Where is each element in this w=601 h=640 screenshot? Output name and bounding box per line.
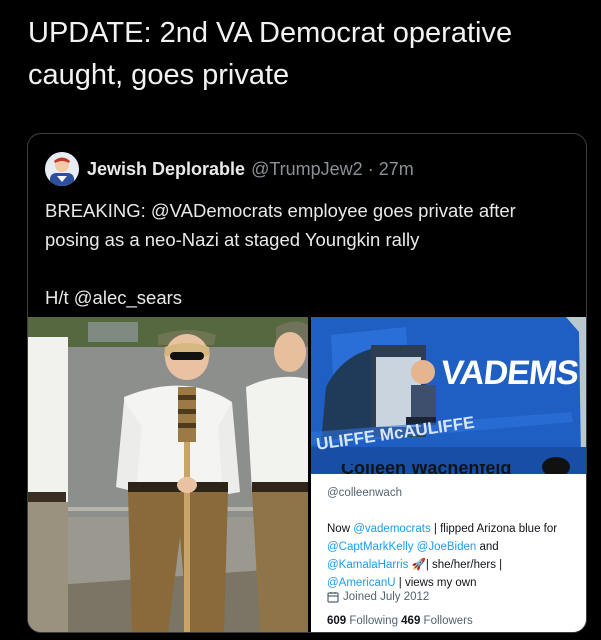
tweet-text-main: BREAKING: @VADemocrats employee goes pri…	[45, 200, 516, 250]
author-avatar[interactable]	[45, 152, 79, 186]
twitter-profile-screenshot[interactable]: Colleen Wachenfeld @colleenwach Now @vad…	[311, 464, 586, 632]
quoted-tweet-card[interactable]: Jewish Deplorable @TrumpJew2 · 27m BREAK…	[27, 133, 587, 633]
tweet-timestamp[interactable]: 27m	[379, 159, 414, 180]
quoted-tweet-header: Jewish Deplorable @TrumpJew2 · 27m	[45, 151, 414, 187]
profile-joined: Joined July 2012	[327, 591, 429, 603]
tweet-text-hat-tip: H/t @alec_sears	[45, 287, 183, 308]
van-photo[interactable]: VADEMS ULIFFE McAULIFFE	[311, 317, 586, 474]
bio-link-joebiden[interactable]: @JoeBiden	[417, 541, 477, 553]
bio-link-americanu[interactable]: @AmericanU	[327, 577, 396, 589]
quoted-tweet-text: BREAKING: @VADemocrats employee goes pri…	[45, 196, 575, 312]
calendar-icon	[327, 592, 339, 603]
profile-follow-counts[interactable]: 609 Following 469 Followers	[327, 615, 473, 627]
following-count: 609	[327, 615, 347, 627]
bio-link-vademocrats[interactable]: @vademocrats	[353, 523, 431, 535]
tweet-media[interactable]: VADEMS ULIFFE McAULIFFE Colleen Wachenfe…	[28, 317, 586, 632]
followers-count: 469	[401, 615, 421, 627]
author-handle[interactable]: @TrumpJew2	[251, 159, 363, 180]
bio-link-captmarkkelly[interactable]: @CaptMarkKelly	[327, 541, 413, 553]
profile-name-cropped: Colleen Wachenfeld	[341, 464, 512, 478]
profile-bio: Now @vademocrats | flipped Arizona blue …	[327, 523, 558, 589]
separator-dot: ·	[367, 158, 374, 179]
profile-handle[interactable]: @colleenwach	[327, 487, 402, 499]
post-headline: UPDATE: 2nd VA Democrat operative caught…	[28, 17, 513, 91]
van-brand-text: VADEMS	[439, 354, 581, 392]
bio-link-kamalaharris[interactable]: @KamalaHarris	[327, 559, 408, 571]
rally-photo[interactable]	[28, 317, 308, 632]
author-name[interactable]: Jewish Deplorable	[87, 159, 245, 180]
vademocrats-composite[interactable]: VADEMS ULIFFE McAULIFFE Colleen Wachenfe…	[311, 317, 586, 632]
